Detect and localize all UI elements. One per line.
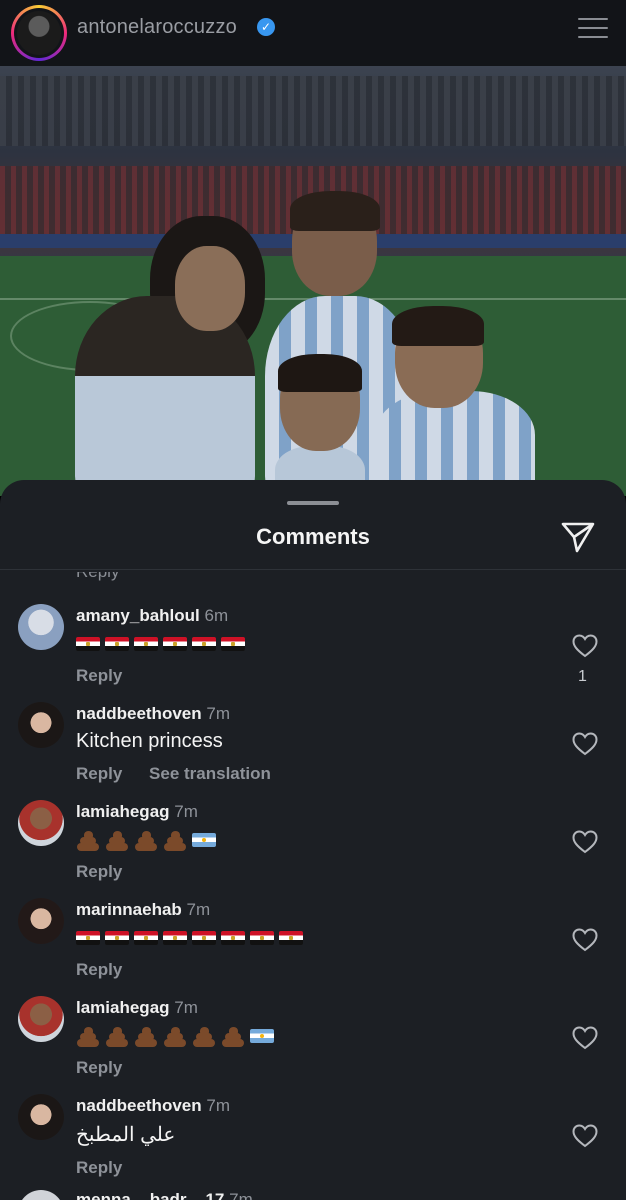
- argentina-flag-icon: [192, 832, 216, 847]
- egypt-flag-icon: [76, 636, 100, 651]
- comment-item: lamiahegag 7m Reply: [0, 988, 626, 1086]
- egypt-flag-icon: [105, 636, 129, 651]
- avatar[interactable]: [18, 1094, 64, 1140]
- comment-username[interactable]: lamiahegag 7m: [76, 998, 198, 1018]
- previous-reply-link[interactable]: Reply: [76, 572, 119, 582]
- avatar[interactable]: [18, 996, 64, 1042]
- paper-plane-icon[interactable]: [560, 520, 596, 554]
- comment-time: 7m: [206, 1096, 230, 1115]
- reply-button[interactable]: Reply: [76, 862, 122, 881]
- reply-button[interactable]: Reply: [76, 764, 122, 783]
- reply-button[interactable]: Reply: [76, 1058, 122, 1077]
- comment-text: [76, 828, 216, 851]
- story-avatar[interactable]: [11, 5, 67, 61]
- reply-button[interactable]: Reply: [76, 666, 122, 685]
- heart-icon[interactable]: [572, 732, 598, 756]
- sheet-title: Comments: [256, 524, 370, 549]
- egypt-flag-icon: [105, 930, 129, 945]
- egypt-flag-icon: [221, 636, 245, 651]
- egypt-flag-icon: [163, 636, 187, 651]
- drag-handle[interactable]: [287, 501, 339, 505]
- divider: [0, 569, 626, 570]
- comment-username[interactable]: amany_bahloul 6m: [76, 606, 228, 626]
- egypt-flag-icon: [134, 636, 158, 651]
- comment-item-partial: menna__badr__17 7m: [0, 1186, 626, 1200]
- egypt-flag-icon: [250, 930, 274, 945]
- avatar[interactable]: [18, 702, 64, 748]
- avatar[interactable]: [18, 898, 64, 944]
- egypt-flag-icon: [163, 930, 187, 945]
- avatar[interactable]: [18, 800, 64, 846]
- poo-emoji-icon: [105, 1025, 129, 1047]
- like-count: 1: [578, 668, 587, 685]
- heart-icon[interactable]: [572, 634, 598, 658]
- comment-username[interactable]: marinnaehab 7m: [76, 900, 210, 920]
- poo-emoji-icon: [76, 1025, 100, 1047]
- poo-emoji-icon: [134, 1025, 158, 1047]
- verified-badge-icon: ✓: [257, 18, 275, 36]
- avatar[interactable]: [18, 1190, 64, 1200]
- header-username[interactable]: antonelaroccuzzo: [77, 16, 237, 39]
- comment-username[interactable]: menna__badr__17 7m: [76, 1190, 253, 1200]
- egypt-flag-icon: [76, 930, 100, 945]
- comment-item: naddbeethoven 7m علي المطبخ Reply: [0, 1086, 626, 1184]
- avatar[interactable]: [18, 604, 64, 650]
- heart-icon[interactable]: [572, 1124, 598, 1148]
- comment-username[interactable]: naddbeethoven 7m: [76, 704, 230, 724]
- comment-text: [76, 632, 250, 655]
- comment-time: 7m: [174, 998, 198, 1017]
- poo-emoji-icon: [163, 1025, 187, 1047]
- comments-sheet: Comments Reply amany_bahloul 6m Reply 1 …: [0, 480, 626, 1200]
- comment-time: 7m: [206, 704, 230, 723]
- post-photo: [0, 66, 626, 496]
- profile-header: antonelaroccuzzo ✓: [0, 0, 626, 66]
- poo-emoji-icon: [163, 829, 187, 851]
- comment-time: 7m: [186, 900, 211, 919]
- comment-item: naddbeethoven 7m Kitchen princess Reply …: [0, 694, 626, 792]
- egypt-flag-icon: [221, 930, 245, 945]
- poo-emoji-icon: [192, 1025, 216, 1047]
- comment-username[interactable]: lamiahegag 7m: [76, 802, 198, 822]
- heart-icon[interactable]: [572, 1026, 598, 1050]
- egypt-flag-icon: [279, 930, 303, 945]
- comment-item: lamiahegag 7m Reply: [0, 792, 626, 890]
- reply-button[interactable]: Reply: [76, 1158, 122, 1177]
- comment-time: 7m: [174, 802, 198, 821]
- comment-text: Kitchen princess: [76, 730, 223, 752]
- comment-text: [76, 926, 308, 949]
- comment-text: علي المطبخ: [76, 1124, 176, 1146]
- comment-username[interactable]: naddbeethoven 7m: [76, 1096, 230, 1116]
- poo-emoji-icon: [105, 829, 129, 851]
- poo-emoji-icon: [76, 829, 100, 851]
- egypt-flag-icon: [192, 930, 216, 945]
- heart-icon[interactable]: [572, 928, 598, 952]
- poo-emoji-icon: [221, 1025, 245, 1047]
- argentina-flag-icon: [250, 1028, 274, 1043]
- comment-item: amany_bahloul 6m Reply 1: [0, 596, 626, 694]
- poo-emoji-icon: [134, 829, 158, 851]
- egypt-flag-icon: [192, 636, 216, 651]
- egypt-flag-icon: [134, 930, 158, 945]
- comment-item: marinnaehab 7m Reply: [0, 890, 626, 988]
- comment-time: 6m: [204, 606, 229, 625]
- comment-time: 7m: [229, 1190, 253, 1200]
- reply-button[interactable]: Reply: [76, 960, 122, 979]
- see-translation-button[interactable]: See translation: [149, 764, 271, 783]
- comment-text: [76, 1024, 274, 1047]
- hamburger-icon[interactable]: [578, 18, 608, 38]
- heart-icon[interactable]: [572, 830, 598, 854]
